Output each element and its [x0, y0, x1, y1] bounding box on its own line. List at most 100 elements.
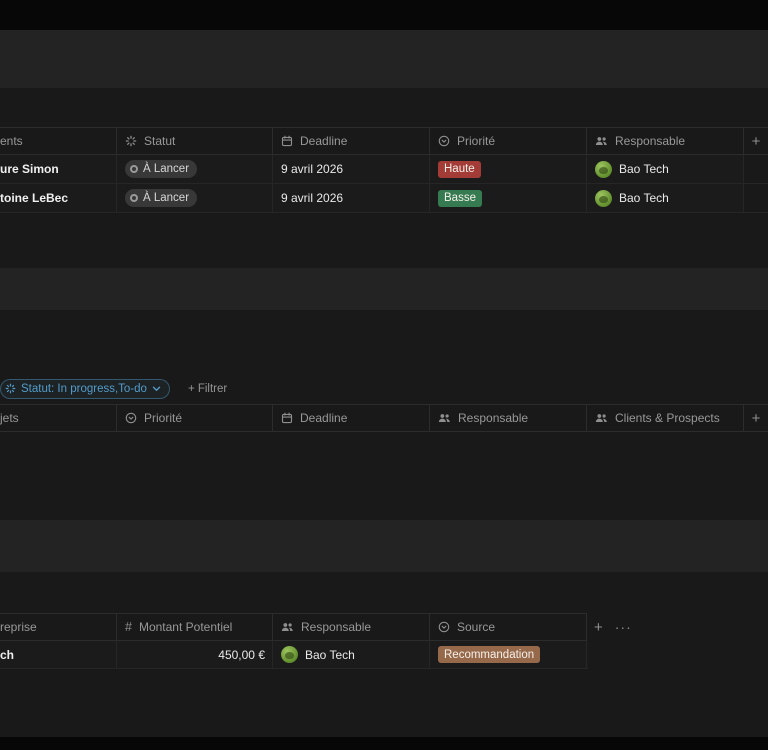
people-icon: [595, 135, 608, 147]
clients-table-header: ents Statut Deadline Priorité Responsabl…: [0, 127, 768, 155]
clients-table: ents Statut Deadline Priorité Responsabl…: [0, 127, 768, 213]
responsable-cell[interactable]: Bao Tech: [587, 155, 744, 183]
client-name-cell[interactable]: ure Simon: [0, 155, 117, 183]
deadline-value: 9 avril 2026: [281, 162, 344, 176]
add-filter-button[interactable]: + Filtrer: [188, 383, 227, 395]
column-header-entreprise[interactable]: reprise: [0, 613, 117, 641]
column-header-projets[interactable]: jets: [0, 405, 117, 431]
status-label: À Lancer: [143, 163, 190, 175]
row-spacer: [744, 184, 768, 212]
people-icon: [438, 412, 451, 424]
column-label: Responsable: [615, 134, 686, 148]
column-label: Deadline: [300, 411, 348, 425]
column-label: Deadline: [300, 134, 348, 148]
chevron-down-icon: [152, 386, 161, 392]
filter-bar: Statut: In progress,To-do + Filtrer: [0, 378, 768, 399]
column-label: Responsable: [301, 620, 372, 634]
number-icon: #: [125, 620, 132, 634]
column-label: Clients & Prospects: [615, 411, 720, 425]
projects-table-header: jets Priorité Deadline Responsable Clien…: [0, 404, 768, 432]
select-icon: [438, 621, 450, 633]
deadline-value: 9 avril 2026: [281, 191, 344, 205]
status-icon: [5, 383, 16, 394]
column-header-source[interactable]: Source: [430, 613, 587, 641]
priorite-cell[interactable]: Basse: [430, 184, 587, 212]
column-label: jets: [0, 411, 19, 425]
column-header-responsable[interactable]: Responsable: [587, 128, 744, 154]
column-header-priorite[interactable]: Priorité: [430, 128, 587, 154]
statut-cell[interactable]: À Lancer: [117, 155, 273, 183]
person-name: Bao Tech: [305, 647, 355, 662]
column-label: Montant Potentiel: [138, 620, 233, 634]
table-row: toine LeBec À Lancer 9 avril 2026 Basse …: [0, 184, 768, 213]
plus-icon: +: [751, 132, 761, 150]
column-header-deadline[interactable]: Deadline: [273, 405, 430, 431]
status-dot: [130, 194, 138, 202]
deadline-cell[interactable]: 9 avril 2026: [273, 184, 430, 212]
entreprise-name: ch: [0, 647, 15, 662]
avatar: [281, 646, 298, 663]
montant-cell[interactable]: 450,00 €: [117, 641, 273, 668]
column-header-montant[interactable]: # Montant Potentiel: [117, 613, 273, 641]
add-column-button[interactable]: +: [744, 405, 768, 431]
row-spacer: [744, 155, 768, 183]
filter-chip-label: Statut: In progress,To-do: [21, 382, 147, 395]
section-band-middle: [0, 268, 768, 310]
status-pill: À Lancer: [125, 189, 198, 207]
prospects-table: reprise # Montant Potentiel Responsable …: [0, 613, 768, 669]
column-label: Source: [457, 620, 496, 634]
responsable-cell[interactable]: Bao Tech: [587, 184, 744, 212]
projects-table: jets Priorité Deadline Responsable Clien…: [0, 404, 768, 432]
prospects-table-header: reprise # Montant Potentiel Responsable …: [0, 613, 768, 641]
column-header-responsable[interactable]: Responsable: [430, 405, 587, 431]
source-tag: Recommandation: [438, 646, 541, 663]
more-options-button[interactable]: ···: [615, 619, 632, 635]
status-pill: À Lancer: [125, 160, 198, 178]
people-icon: [281, 621, 294, 633]
table-header-extras: + ···: [587, 613, 768, 641]
add-filter-label: + Filtrer: [187, 382, 228, 395]
responsable-cell[interactable]: Bao Tech: [273, 641, 430, 668]
column-header-statut[interactable]: Statut: [117, 128, 273, 154]
plus-icon: +: [751, 409, 761, 427]
status-label: À Lancer: [143, 192, 190, 204]
column-label: ents: [0, 134, 23, 148]
statut-cell[interactable]: À Lancer: [117, 184, 273, 212]
section-band-lower: [0, 520, 768, 572]
priority-tag: Haute: [438, 160, 481, 178]
status-icon: [125, 135, 137, 147]
source-cell[interactable]: Recommandation: [430, 641, 587, 668]
section-band-top: [0, 30, 768, 88]
select-icon: [438, 135, 450, 147]
person-name: Bao Tech: [619, 191, 669, 205]
status-dot: [130, 165, 138, 173]
entreprise-name-cell[interactable]: ch: [0, 641, 117, 668]
column-header-priorite[interactable]: Priorité: [117, 405, 273, 431]
table-row: ure Simon À Lancer 9 avril 2026 Haute Ba…: [0, 155, 768, 184]
person-name: Bao Tech: [619, 162, 669, 176]
client-name-cell[interactable]: toine LeBec: [0, 184, 117, 212]
status-filter-chip[interactable]: Statut: In progress,To-do: [0, 378, 170, 399]
column-header-responsable[interactable]: Responsable: [273, 613, 430, 641]
table-row: ch 450,00 € Bao Tech Recommandation: [0, 641, 588, 669]
client-name: toine LeBec: [0, 191, 69, 205]
column-label: Priorité: [144, 411, 183, 425]
column-label: Statut: [144, 134, 176, 148]
column-header-deadline[interactable]: Deadline: [273, 128, 430, 154]
column-label: Responsable: [458, 411, 529, 425]
people-icon: [595, 412, 608, 424]
select-icon: [125, 412, 137, 424]
deadline-cell[interactable]: 9 avril 2026: [273, 155, 430, 183]
avatar: [595, 189, 612, 207]
column-label: Priorité: [457, 134, 496, 148]
montant-value: 450,00 €: [218, 647, 265, 662]
column-header-clients[interactable]: ents: [0, 128, 117, 154]
priorite-cell[interactable]: Haute: [430, 155, 587, 183]
add-column-button[interactable]: +: [594, 619, 603, 636]
column-header-clients-prospects[interactable]: Clients & Prospects: [587, 405, 744, 431]
calendar-icon: [281, 135, 293, 147]
add-column-button[interactable]: +: [744, 128, 768, 154]
top-black-bar: [0, 0, 768, 30]
bottom-black-bar: [0, 737, 768, 750]
priority-tag: Basse: [438, 189, 482, 207]
